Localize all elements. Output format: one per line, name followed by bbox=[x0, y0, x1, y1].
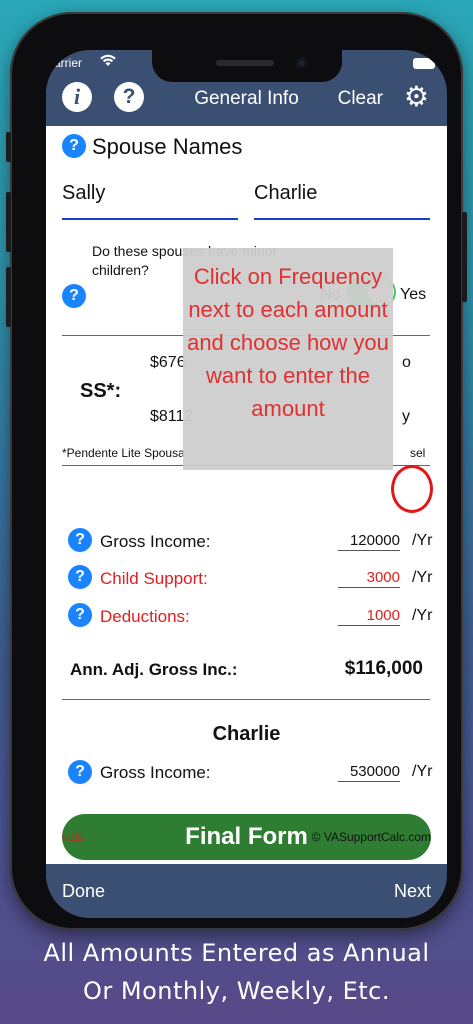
deductions-label: Deductions: bbox=[100, 607, 190, 626]
spouse2-gross-income-help-icon[interactable]: ? bbox=[68, 760, 92, 784]
spouse-names-help-icon[interactable]: ? bbox=[62, 134, 86, 158]
silent-switch bbox=[6, 132, 11, 162]
phone-frame: arrier i ? General Info Clear ⚙ ? Spouse… bbox=[6, 12, 467, 930]
volume-up-button bbox=[6, 192, 11, 252]
form-content: ? Spouse Names Sally Charlie ? Do these … bbox=[46, 126, 447, 864]
caption-line-2: Or Monthly, Weekly, Etc. bbox=[82, 977, 391, 1005]
spouse1-name-field[interactable]: Sally bbox=[62, 182, 238, 220]
carrier-label: arrier bbox=[54, 56, 83, 70]
caption-line-1: All Amounts Entered as Annual bbox=[43, 939, 430, 967]
app-screen: arrier i ? General Info Clear ⚙ ? Spouse… bbox=[46, 50, 447, 918]
spouse2-gross-income-frequency[interactable]: /Yr bbox=[412, 763, 432, 781]
bottom-toolbar: Done Next bbox=[46, 864, 447, 918]
gross-income-frequency[interactable]: /Yr bbox=[412, 532, 432, 550]
camera-icon bbox=[296, 57, 308, 69]
ss-value-1: $676 bbox=[150, 354, 186, 371]
tip-overlay: Click on Frequency next to each amount a… bbox=[183, 248, 393, 470]
ss-value-2-suffix: y bbox=[402, 408, 410, 425]
footer-kids-link[interactable]: kids bbox=[62, 830, 83, 844]
agi-value: $116,000 bbox=[344, 658, 423, 679]
ss-note: *Pendente Lite Spousa bbox=[62, 446, 185, 460]
nav-title: General Info bbox=[194, 88, 299, 109]
minor-children-help-icon[interactable]: ? bbox=[62, 284, 86, 308]
battery-icon bbox=[413, 58, 435, 69]
ss-value-1-suffix: o bbox=[402, 354, 411, 371]
clear-button[interactable]: Clear bbox=[338, 88, 383, 110]
child-support-input[interactable]: 3000 bbox=[338, 569, 400, 588]
spouse-names-heading: Spouse Names bbox=[92, 134, 243, 159]
deductions-help-icon[interactable]: ? bbox=[68, 603, 92, 627]
agi-label: Ann. Adj. Gross Inc.: bbox=[70, 660, 238, 679]
deductions-input[interactable]: 1000 bbox=[338, 607, 400, 626]
gear-icon[interactable]: ⚙ bbox=[404, 82, 429, 112]
deductions-frequency[interactable]: /Yr bbox=[412, 607, 432, 625]
spouse2-gross-income-input[interactable]: 530000 bbox=[338, 763, 400, 782]
gross-income-label: Gross Income: bbox=[100, 532, 211, 551]
wifi-icon bbox=[100, 54, 116, 71]
done-button[interactable]: Done bbox=[62, 881, 105, 902]
volume-down-button bbox=[6, 267, 11, 327]
power-button bbox=[462, 212, 467, 302]
spouse2-gross-income-label: Gross Income: bbox=[100, 763, 211, 782]
ss-label: SS*: bbox=[80, 380, 122, 402]
ss-note-suffix: sel bbox=[410, 446, 426, 460]
spouse2-name-field[interactable]: Charlie bbox=[254, 182, 430, 220]
frequency-highlight-circle bbox=[391, 465, 433, 513]
toggle-yes-label: Yes bbox=[400, 286, 427, 303]
spouse2-heading: Charlie bbox=[212, 723, 281, 745]
child-support-help-icon[interactable]: ? bbox=[68, 565, 92, 589]
child-support-frequency[interactable]: /Yr bbox=[412, 569, 432, 587]
next-button[interactable]: Next bbox=[394, 881, 431, 902]
gross-income-help-icon[interactable]: ? bbox=[68, 528, 92, 552]
promo-caption: All Amounts Entered as Annual Or Monthly… bbox=[0, 934, 473, 1010]
notch bbox=[152, 50, 342, 82]
gross-income-input[interactable]: 120000 bbox=[338, 532, 400, 551]
speaker-grille bbox=[216, 60, 274, 66]
divider-agi bbox=[62, 699, 430, 700]
footer-copyright: © VASupportCalc.com bbox=[311, 830, 431, 844]
child-support-label: Child Support: bbox=[100, 569, 208, 588]
